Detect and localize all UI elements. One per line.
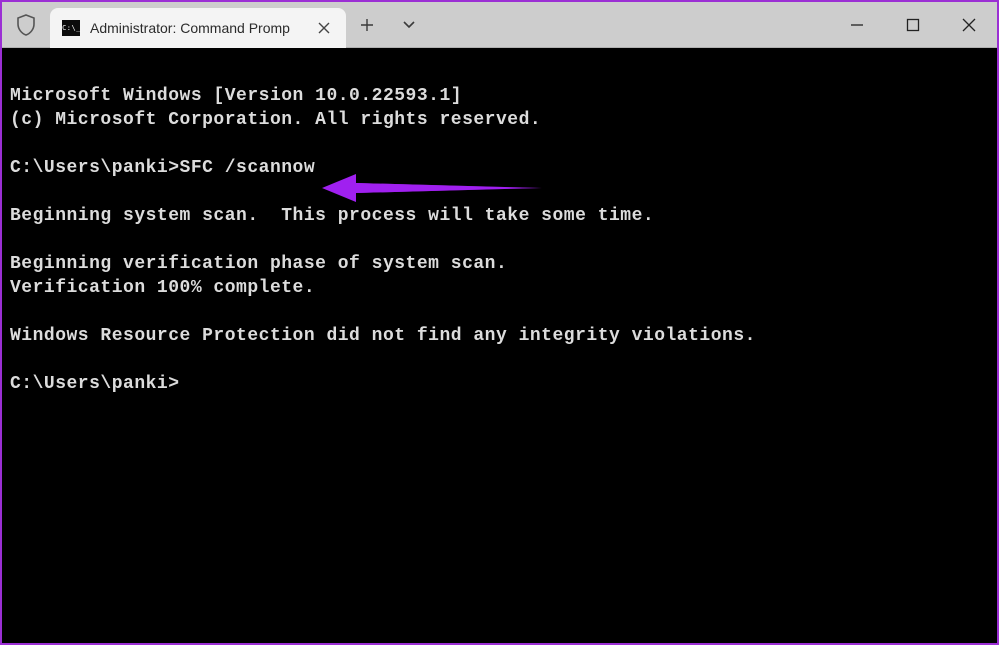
terminal-command: SFC /scannow: [180, 158, 316, 178]
terminal-line: Beginning system scan. This process will…: [10, 206, 654, 226]
window-maximize-button[interactable]: [885, 2, 941, 47]
window-minimize-button[interactable]: [829, 2, 885, 47]
tab-close-button[interactable]: [312, 16, 336, 40]
terminal-line: Windows Resource Protection did not find…: [10, 326, 756, 346]
terminal-prompt: C:\Users\panki>: [10, 158, 180, 178]
terminal-line: Beginning verification phase of system s…: [10, 254, 507, 274]
tab-dropdown-button[interactable]: [388, 2, 430, 47]
cmd-icon: C:\_: [62, 20, 80, 36]
terminal-area[interactable]: Microsoft Windows [Version 10.0.22593.1]…: [2, 48, 997, 643]
terminal-line: Verification 100% complete.: [10, 278, 315, 298]
browser-tab[interactable]: C:\_ Administrator: Command Promp: [50, 8, 346, 48]
new-tab-button[interactable]: [346, 2, 388, 47]
terminal-line: Microsoft Windows [Version 10.0.22593.1]: [10, 86, 462, 106]
window-close-button[interactable]: [941, 2, 997, 47]
terminal-prompt: C:\Users\panki>: [10, 374, 180, 394]
tab-title: Administrator: Command Promp: [90, 20, 302, 36]
window-titlebar: C:\_ Administrator: Command Promp: [2, 2, 997, 48]
terminal-line: (c) Microsoft Corporation. All rights re…: [10, 110, 541, 130]
privacy-shield-icon[interactable]: [2, 2, 50, 47]
annotation-arrow-icon: [322, 174, 542, 208]
titlebar-spacer: [430, 2, 829, 47]
